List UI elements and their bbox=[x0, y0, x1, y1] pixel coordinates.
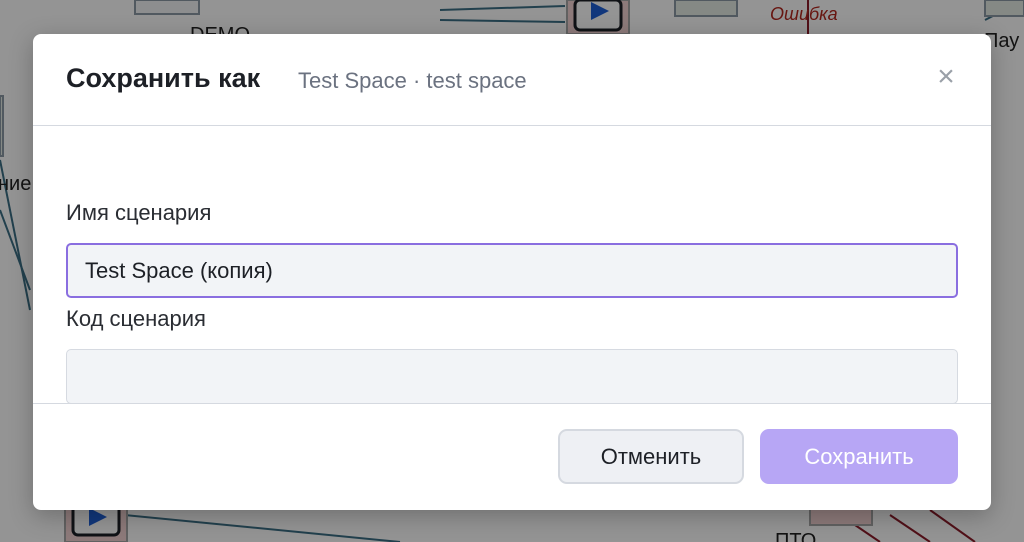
scenario-code-input[interactable] bbox=[66, 349, 958, 404]
close-icon[interactable]: × bbox=[931, 62, 961, 92]
save-button[interactable]: Сохранить bbox=[760, 429, 958, 484]
dialog-footer: Отменить Сохранить bbox=[33, 403, 991, 510]
save-as-dialog: Сохранить как Test Space · test space × … bbox=[33, 34, 991, 510]
scenario-name-label: Имя сценария bbox=[66, 200, 212, 225]
dialog-body: Имя сценария Код сценария bbox=[33, 126, 991, 404]
dialog-title: Сохранить как bbox=[66, 63, 261, 93]
scenario-code-label: Код сценария bbox=[66, 306, 206, 331]
dialog-header: Сохранить как Test Space · test space × bbox=[33, 34, 991, 126]
cancel-button[interactable]: Отменить bbox=[558, 429, 744, 484]
dialog-subtitle: Test Space · test space bbox=[298, 68, 527, 93]
scenario-name-input[interactable] bbox=[66, 243, 958, 298]
